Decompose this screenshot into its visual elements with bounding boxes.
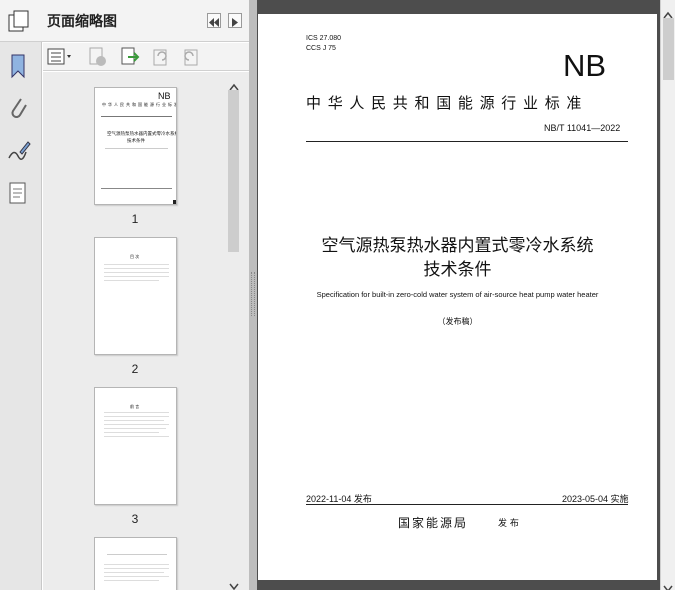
thumbnail-number-3: 3 [131,512,139,526]
thumbnail-options-icon[interactable] [47,48,73,70]
insert-page-icon[interactable] [119,47,141,71]
document-title-en: Specification for built-in zero-cold wat… [316,290,599,299]
thumbnail-panel-header: 页面缩略图 [0,0,249,42]
thumbnail-page-4[interactable] [94,537,177,590]
header-rule [306,141,628,142]
rotate-left-icon[interactable] [150,47,172,71]
thumb-logo: NB [158,91,171,101]
panel-title: 页面缩略图 [47,14,117,30]
pages-icon [6,8,32,38]
thumbnail-number-2: 2 [131,362,139,376]
document-layers-icon[interactable] [6,180,30,208]
thumb-heading: 前 言 [130,404,140,409]
standard-type: 中华人民共和国能源行业标准 [306,94,589,112]
issuer: 国家能源局 [398,516,469,530]
ics-code: ICS 27.080 [306,35,342,42]
thumb-heading: 目 次 [130,254,140,259]
rewind-icon [209,18,219,27]
panel-splitter[interactable] [249,0,257,590]
thumbnail-page-1[interactable]: NB 中华人民共和国能源行业标准 空气源热泵热水器内置式零冷水系统 技术条件 [94,87,177,205]
footer-rule [306,504,628,505]
issue-word: 发 布 [498,519,519,529]
delete-page-icon[interactable] [87,47,109,71]
expand-panel-button[interactable] [228,13,242,28]
thumbnail-scroll-thumb[interactable] [228,90,239,252]
thumb-title-2: 技术条件 [127,139,145,144]
thumbnail-page-2[interactable]: 目 次 [94,237,177,355]
nb-logo: NB [563,48,607,83]
bookmark-icon[interactable] [6,52,30,80]
document-page: ICS 27.080 CCS J 75 NB 中华人民共和国能源行业标准 NB/… [258,14,657,580]
document-title-line2: 技术条件 [423,260,492,280]
document-scrollbar[interactable] [660,0,675,590]
thumbnail-number-1: 1 [131,212,139,226]
release-note: （发布稿） [437,317,478,326]
collapse-panel-button[interactable] [207,13,221,28]
thumbnail-toolbar [43,43,249,71]
thumb-standard-type: 中华人民共和国能源行业标准 [102,102,177,107]
rotate-right-icon[interactable] [181,47,203,71]
document-scroll-thumb[interactable] [663,18,674,80]
thumb-title: 空气源热泵热水器内置式零冷水系统 [107,132,177,137]
thumbnail-list: NB 中华人民共和国能源行业标准 空气源热泵热水器内置式零冷水系统 技术条件 1… [43,72,249,590]
ccs-code: CCS J 75 [306,45,336,52]
thumbnail-page-3[interactable]: 前 言 [94,387,177,505]
document-title-line1: 空气源热泵热水器内置式零冷水系统 [321,236,594,256]
navigation-toolbar [0,0,42,590]
scroll-down-icon[interactable] [229,576,239,590]
standard-number: NB/T 11041—2022 [544,123,621,133]
scroll-down-icon[interactable] [663,578,673,590]
signature-pen-icon[interactable] [6,138,31,166]
paperclip-icon[interactable] [6,94,30,122]
thumbnail-scrollbar[interactable] [226,72,241,590]
play-icon [232,18,238,27]
